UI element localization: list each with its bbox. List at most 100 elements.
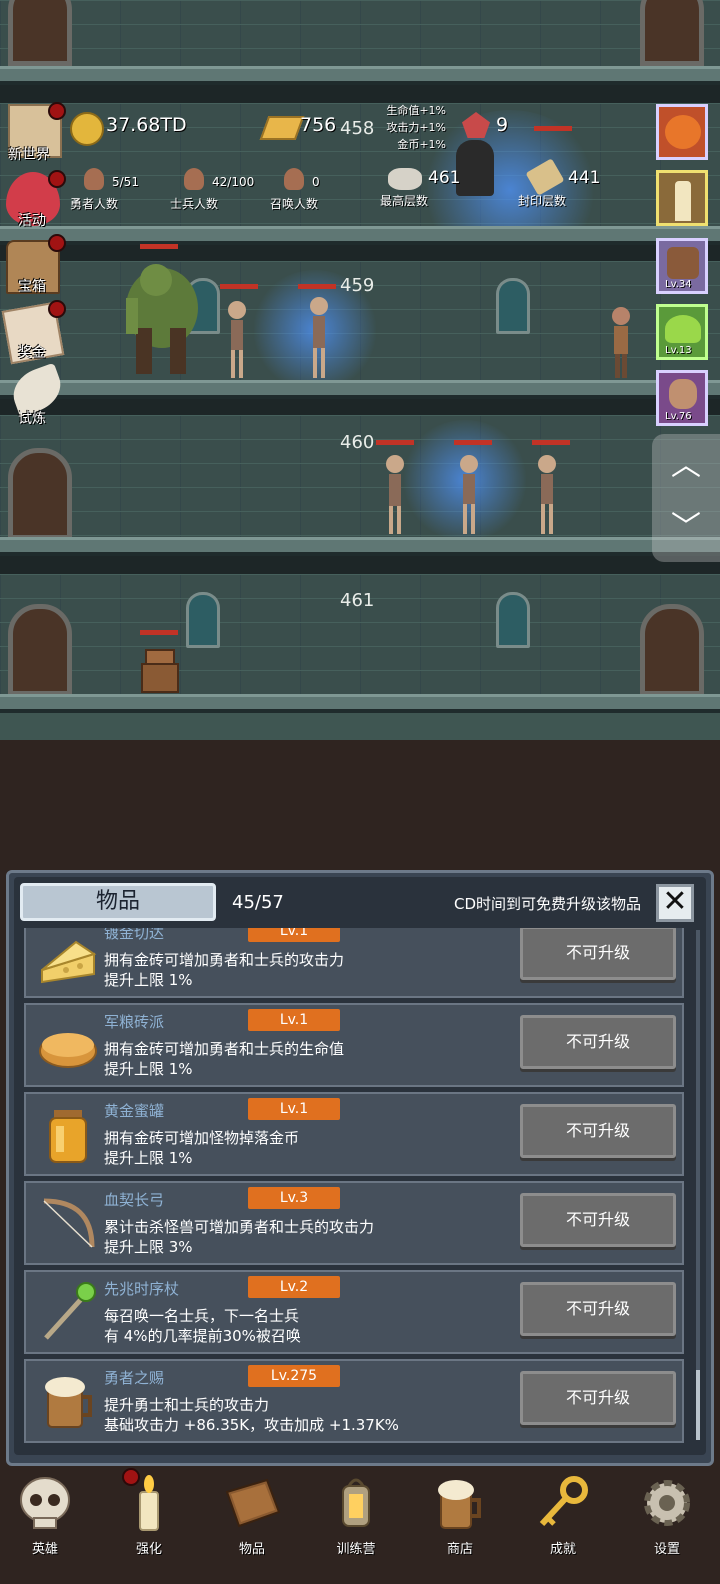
side-menu-label: 宝箱 xyxy=(18,279,46,295)
summons-count: 0 xyxy=(312,175,320,189)
soldiers-count: 42/100 xyxy=(212,175,255,189)
door xyxy=(8,448,72,540)
nav-label: 设置 xyxy=(653,1542,680,1557)
beer-mug-icon xyxy=(45,1377,92,1428)
skeleton-mage xyxy=(460,455,478,534)
bonus-gold: 金币+1% xyxy=(397,138,446,151)
skeleton-archer xyxy=(310,297,328,378)
door xyxy=(640,604,704,696)
floor-ledge xyxy=(0,226,720,245)
item-description: 提升勇士和士兵的攻击力 基础攻击力 +86.35K，攻击加成 +1.37K% xyxy=(104,1396,399,1434)
level-badge: Lv.275 xyxy=(248,1365,340,1387)
dark-monster xyxy=(456,140,494,196)
side-menu-trial[interactable]: 试炼 xyxy=(4,362,68,432)
level-badge: Lv.3 xyxy=(248,1187,340,1209)
hp-bar xyxy=(532,440,570,445)
upgrade-button[interactable]: 不可升级 xyxy=(520,1015,676,1069)
side-menu-chest[interactable]: 宝箱 xyxy=(4,234,66,300)
soldiers-label: 士兵人数 xyxy=(170,197,219,211)
side-menu-label: 奖金 xyxy=(18,345,46,361)
side-menu-event[interactable]: 活动 xyxy=(4,170,66,234)
items-list[interactable]: 镀金切达 Lv.1 拥有金砖可增加勇者和士兵的攻击力 提升上限 1% 不可升级 … xyxy=(0,928,720,1448)
upgrade-button[interactable]: 不可升级 xyxy=(520,1104,676,1158)
hp-bar xyxy=(454,440,492,445)
upgrade-button[interactable]: 不可升级 xyxy=(520,1193,676,1247)
heroes-label: 勇者人数 xyxy=(70,197,119,211)
floor-number: 461 xyxy=(340,590,375,611)
dungeon-view: 459 460 461 xyxy=(0,0,720,740)
book-icon xyxy=(225,1478,281,1528)
scroll-down-button[interactable]: ﹀ xyxy=(664,508,708,548)
door xyxy=(8,0,72,66)
nav-enhance[interactable]: 强化 xyxy=(104,1468,194,1572)
nav-label: 训练营 xyxy=(336,1542,376,1557)
notification-dot xyxy=(48,300,66,318)
floor-number: 459 xyxy=(340,275,375,296)
item-name: 镀金切达 xyxy=(104,928,165,942)
slot-level: Lv.13 xyxy=(665,345,692,356)
side-menu-bonus[interactable]: 奖金 xyxy=(1,300,66,366)
staff-icon xyxy=(44,1282,96,1340)
chest-mimic xyxy=(141,649,179,693)
gold-bar-amount: 756 xyxy=(300,114,337,136)
item-name: 军粮砖派 xyxy=(104,1013,165,1031)
nav-items[interactable]: 物品 xyxy=(207,1472,297,1572)
right-slot-backpack[interactable]: Lv.34 xyxy=(656,238,708,294)
floor-gap xyxy=(0,556,720,574)
chevron-down-icon: ﹀ xyxy=(671,510,701,545)
panel-title-tab[interactable]: 物品 xyxy=(20,883,216,921)
nav-label: 强化 xyxy=(135,1542,162,1557)
item-name: 先兆时序杖 xyxy=(104,1280,180,1298)
backpack-icon xyxy=(667,247,699,279)
hp-bar xyxy=(376,440,414,445)
nav-training[interactable]: 训练营 xyxy=(311,1472,401,1572)
right-slot-slime[interactable]: Lv.13 xyxy=(656,304,708,360)
side-menu-new-world[interactable]: 新世界 xyxy=(4,102,66,166)
candle-icon xyxy=(675,181,691,221)
item-count: 45/57 xyxy=(232,892,284,913)
item-name: 黄金蜜罐 xyxy=(104,1102,165,1120)
hero-head-icon xyxy=(84,168,104,190)
nav-heroes[interactable]: 英雄 xyxy=(0,1472,90,1572)
item-description: 拥有金砖可增加勇者和士兵的生命值 提升上限 1% xyxy=(104,1040,345,1078)
pumpkin-icon xyxy=(665,115,701,149)
side-menu-label: 活动 xyxy=(18,213,46,229)
floor-number: 460 xyxy=(340,432,375,453)
nav-label: 成就 xyxy=(549,1542,576,1557)
key-icon xyxy=(539,1476,588,1527)
upgrade-button[interactable]: 不可升级 xyxy=(520,1371,676,1425)
highest-floor: 461 xyxy=(428,168,461,188)
level-badge: Lv.2 xyxy=(248,1276,340,1298)
beer-mug-icon xyxy=(438,1480,481,1529)
skeleton-mage xyxy=(228,301,246,378)
close-button[interactable]: ✕ xyxy=(656,884,694,922)
notification-dot xyxy=(48,170,66,188)
bonus-list: 生命值+1% 攻击力+1% 金币+1% xyxy=(384,102,446,153)
right-slot-pumpkin[interactable] xyxy=(656,104,708,160)
hp-bar xyxy=(140,630,178,635)
close-icon: ✕ xyxy=(662,884,688,919)
skeleton-warrior xyxy=(538,455,556,534)
summon-head-icon xyxy=(284,168,304,190)
list-scrollbar[interactable] xyxy=(696,930,700,1440)
slot-level: Lv.34 xyxy=(665,279,692,290)
lantern-icon xyxy=(342,1478,370,1527)
bonus-atk: 攻击力+1% xyxy=(386,121,446,134)
scroll-up-button[interactable]: ︿ xyxy=(664,446,708,486)
list-scroll-thumb[interactable] xyxy=(696,1370,700,1440)
nav-achievements[interactable]: 成就 xyxy=(518,1472,608,1572)
window xyxy=(186,592,220,648)
hero-character xyxy=(612,307,630,378)
right-slot-candle[interactable] xyxy=(656,170,708,226)
list-item: 黄金蜜罐 Lv.1 拥有金砖可增加怪物掉落金币 提升上限 1% 不可升级 xyxy=(24,1092,684,1176)
upgrade-button[interactable]: 不可升级 xyxy=(520,928,676,980)
upgrade-button[interactable]: 不可升级 xyxy=(520,1282,676,1336)
item-description: 累计击杀怪兽可增加勇者和士兵的攻击力 提升上限 3% xyxy=(104,1218,375,1256)
side-menu-label: 新世界 xyxy=(8,147,50,163)
door xyxy=(8,604,72,696)
hp-bar xyxy=(140,244,178,249)
nav-settings[interactable]: 设置 xyxy=(622,1472,712,1572)
nav-shop[interactable]: 商店 xyxy=(415,1472,505,1572)
floor-gap xyxy=(0,85,720,103)
right-slot-hero[interactable]: Lv.76 xyxy=(656,370,708,426)
